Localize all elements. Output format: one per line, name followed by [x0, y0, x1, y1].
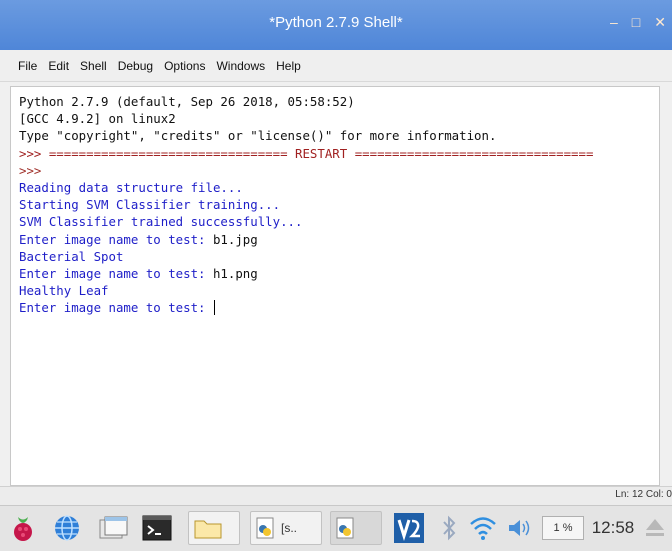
cpu-usage: 1 %: [553, 522, 573, 534]
shell-header-line: Python 2.7.9 (default, Sep 26 2018, 05:5…: [19, 94, 355, 109]
menu-windows[interactable]: Windows: [216, 59, 265, 73]
maximize-button[interactable]: □: [632, 14, 640, 31]
shell-output-line: SVM Classifier trained successfully...: [19, 214, 303, 230]
bluetooth-icon[interactable]: [432, 511, 466, 545]
taskbar: [s.. 1 % 12:58: [0, 505, 672, 551]
taskbar-task-shell[interactable]: [330, 511, 382, 545]
close-button[interactable]: ✕: [654, 14, 666, 31]
text-cursor: [213, 300, 215, 316]
user-input-text: b1.jpg: [212, 231, 258, 247]
window-controls: – □ ✕: [610, 14, 666, 31]
file-manager-icon[interactable]: [96, 511, 130, 545]
menu-options[interactable]: Options: [164, 59, 205, 73]
shell-input-line: Enter image name to test: b1.jpg: [19, 231, 651, 248]
shell-output-line: Reading data structure file...: [19, 180, 243, 196]
user-input-text: h1.png: [212, 266, 258, 282]
window-title: *Python 2.7.9 Shell*: [269, 14, 403, 31]
eject-icon[interactable]: [640, 511, 670, 545]
shell-header-line: [GCC 4.9.2] on linux2: [19, 111, 176, 127]
wifi-icon[interactable]: [466, 511, 500, 545]
volume-icon[interactable]: [502, 511, 536, 545]
shell-input-line-active[interactable]: Enter image name to test:: [19, 299, 651, 316]
menu-file[interactable]: File: [18, 59, 37, 73]
taskbar-task-folder[interactable]: [188, 511, 240, 545]
raspberry-menu-icon[interactable]: [6, 511, 40, 545]
folder-icon: [194, 520, 222, 539]
python-shell-icon: [336, 517, 354, 539]
clock[interactable]: 12:58: [588, 514, 638, 542]
web-browser-icon[interactable]: [50, 511, 84, 545]
status-bar: Ln: 12 Col: 0: [0, 486, 672, 505]
python-file-icon: [256, 517, 274, 539]
input-prompt-text: Enter image name to test:: [19, 266, 213, 282]
menu-shell[interactable]: Shell: [80, 59, 107, 73]
shell-output-line: Starting SVM Classifier training...: [19, 197, 281, 213]
cursor-position: Ln: 12 Col: 0: [615, 489, 672, 500]
vnc-icon[interactable]: [392, 511, 426, 545]
menu-help[interactable]: Help: [276, 59, 301, 73]
shell-output-line: Healthy Leaf: [19, 283, 109, 299]
shell-text-area[interactable]: Python 2.7.9 (default, Sep 26 2018, 05:5…: [10, 86, 660, 486]
taskbar-task-script[interactable]: [s..: [250, 511, 322, 545]
shell-header-line: Type "copyright", "credits" or "license(…: [19, 128, 497, 144]
shell-output-line: Bacterial Spot: [19, 248, 124, 264]
input-prompt-text: Enter image name to test:: [19, 300, 213, 316]
menu-debug[interactable]: Debug: [118, 59, 153, 73]
shell-input-line: Enter image name to test: h1.png: [19, 265, 651, 282]
restart-line: >>> ================================ RES…: [19, 145, 594, 161]
menu-bar: File Edit Shell Debug Options Windows He…: [0, 50, 672, 82]
input-prompt-text: Enter image name to test:: [19, 231, 213, 247]
task-label: [s..: [281, 521, 298, 535]
minimize-button[interactable]: –: [610, 14, 618, 31]
title-bar: *Python 2.7.9 Shell* – □ ✕: [0, 0, 672, 50]
terminal-icon[interactable]: [140, 511, 174, 545]
menu-edit[interactable]: Edit: [48, 59, 69, 73]
clock-time: 12:58: [591, 518, 635, 537]
cpu-monitor[interactable]: 1 %: [542, 516, 584, 540]
shell-prompt: >>>: [19, 162, 42, 178]
